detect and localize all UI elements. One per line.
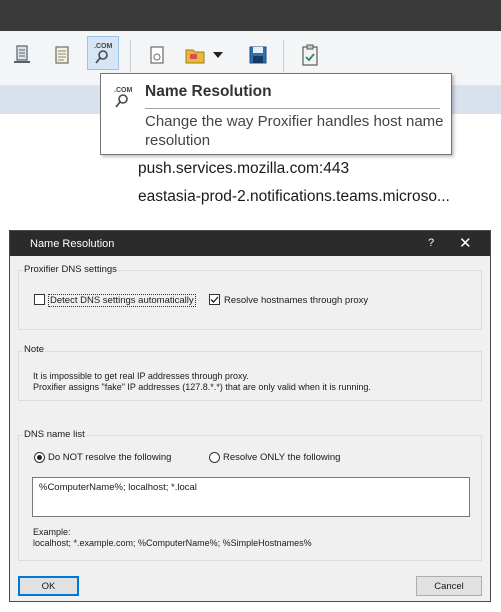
resolve-only-label[interactable]: Resolve ONLY the following xyxy=(223,452,340,463)
help-button[interactable]: ? xyxy=(428,237,434,249)
example-label: Example: xyxy=(33,527,71,537)
dns-settings-label: Proxifier DNS settings xyxy=(23,264,118,275)
tooltip-divider xyxy=(145,108,440,109)
do-not-resolve-label[interactable]: Do NOT resolve the following xyxy=(48,452,171,463)
example-value: localhost; *.example.com; %ComputerName%… xyxy=(33,538,312,548)
resolve-through-proxy-checkbox[interactable] xyxy=(209,294,220,305)
ok-button[interactable]: OK xyxy=(18,576,79,596)
page-icon[interactable] xyxy=(143,41,171,69)
log-icon[interactable] xyxy=(48,41,76,69)
tooltip-title: Name Resolution xyxy=(145,83,272,100)
note-line-2: Proxifier assigns "fake" IP addresses (1… xyxy=(33,382,371,392)
toolbar-separator xyxy=(283,40,284,72)
tooltip-description: Change the way Proxifier handles host na… xyxy=(145,113,444,149)
name-resolution-icon[interactable]: .COM xyxy=(87,36,119,70)
note-line-1: It is impossible to get real IP addresse… xyxy=(33,371,249,381)
cancel-button[interactable]: Cancel xyxy=(416,576,482,596)
tooltip: .COM Name Resolution Change the way Prox… xyxy=(100,73,452,155)
close-button[interactable]: ✕ xyxy=(459,234,472,252)
dialog-titlebar[interactable]: Name Resolution ? ✕ xyxy=(10,231,490,256)
name-resolution-dialog: Name Resolution ? ✕ Proxifier DNS settin… xyxy=(9,230,491,602)
detect-dns-checkbox[interactable] xyxy=(34,294,45,305)
clipboard-icon[interactable] xyxy=(296,41,324,69)
window-title-strip xyxy=(0,0,501,31)
save-icon[interactable] xyxy=(244,41,272,69)
svg-text:.COM: .COM xyxy=(114,87,132,94)
dns-name-list-label: DNS name list xyxy=(23,429,86,440)
toolbar-separator xyxy=(130,40,131,72)
name-resolution-icon: .COM xyxy=(111,84,139,117)
dropdown-arrow-icon[interactable] xyxy=(210,41,226,69)
note-label: Note xyxy=(23,344,46,355)
checkmark-icon xyxy=(210,296,219,303)
dns-name-list-input[interactable]: %ComputerName%; localhost; *.local xyxy=(32,477,470,517)
resolve-only-radio[interactable] xyxy=(209,452,220,463)
do-not-resolve-radio[interactable] xyxy=(34,452,45,463)
connection-row[interactable]: eastasia-prod-2.notifications.teams.micr… xyxy=(138,188,450,206)
server-icon[interactable] xyxy=(8,41,36,69)
dialog-title: Name Resolution xyxy=(30,238,115,250)
connection-row[interactable]: push.services.mozilla.com:443 xyxy=(138,160,349,178)
resolve-through-proxy-label[interactable]: Resolve hostnames through proxy xyxy=(224,295,368,306)
open-folder-icon[interactable] xyxy=(182,41,210,69)
svg-text:.COM: .COM xyxy=(94,43,112,50)
detect-dns-label[interactable]: Detect DNS settings automatically xyxy=(48,294,196,307)
